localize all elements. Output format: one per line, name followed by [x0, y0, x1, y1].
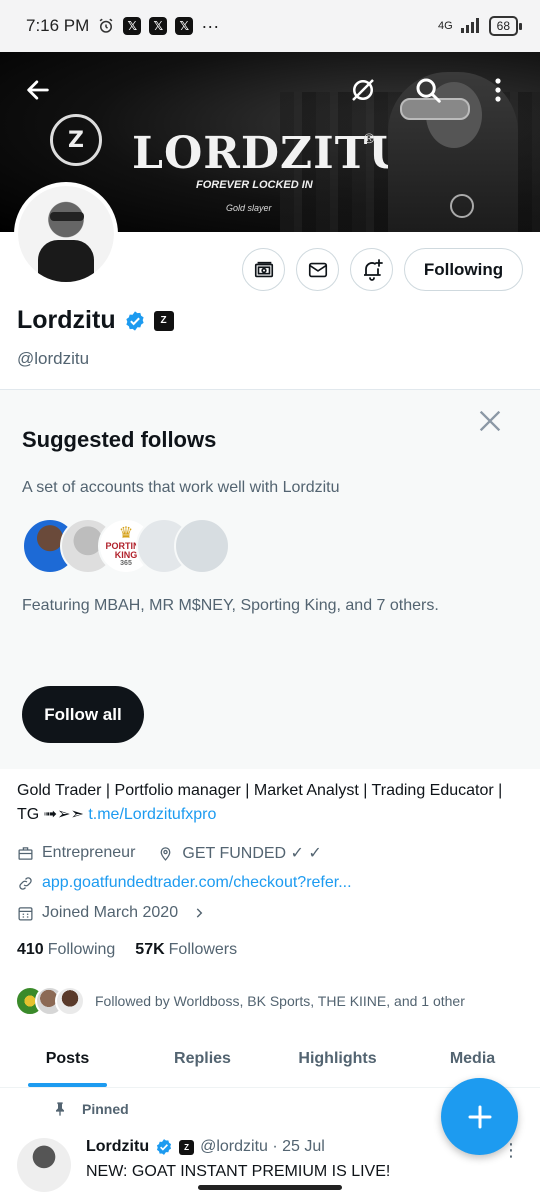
profile-avatar[interactable] — [14, 182, 118, 286]
calendar-icon — [18, 906, 33, 921]
pin-icon — [56, 1102, 64, 1116]
bio-link[interactable]: t.me/Lordzitufxpro — [88, 806, 216, 823]
affiliate-badge-icon: Z — [179, 1139, 195, 1155]
profile-tabs: Posts Replies Highlights Media — [0, 1030, 540, 1088]
profile-name-row: Lordzitu Z — [17, 306, 174, 335]
suggested-avatars[interactable]: ♛ PORTING KING 365 — [22, 518, 230, 574]
profile-meta-row: Entrepreneur GET FUNDED ✓ ✓ — [17, 843, 322, 863]
location: GET FUNDED ✓ ✓ — [182, 845, 322, 862]
money-icon — [254, 261, 273, 277]
network-type: 4G — [437, 20, 453, 32]
verified-badge-icon — [157, 1139, 172, 1155]
tweet-author-avatar[interactable] — [17, 1138, 71, 1192]
mail-icon — [308, 262, 327, 277]
briefcase-icon — [18, 846, 33, 860]
pinned-indicator: Pinned — [52, 1101, 129, 1117]
tweet-text: NEW: GOAT INSTANT PREMIUM IS LIVE! — [86, 1163, 391, 1180]
subscribe-button[interactable] — [242, 248, 285, 291]
affiliate-badge-icon[interactable]: Z — [153, 310, 174, 331]
following-stat[interactable]: 410 Following — [17, 941, 115, 959]
close-icon[interactable] — [476, 407, 504, 435]
alarm-icon — [97, 17, 115, 35]
grok-button[interactable] — [345, 72, 381, 108]
search-icon — [416, 78, 441, 103]
profile-bio: Gold Trader | Portfolio manager | Market… — [17, 779, 527, 827]
bell-plus-icon — [363, 258, 383, 281]
battery-icon: 68 — [488, 16, 523, 36]
display-name: Lordzitu — [17, 306, 116, 334]
tab-replies[interactable]: Replies — [135, 1030, 270, 1087]
verified-badge-icon[interactable] — [124, 310, 146, 332]
banner-subtitle: Gold slayer — [226, 203, 272, 213]
website-row: app.goatfundedtrader.com/checkout?refer.… — [17, 874, 352, 892]
status-bar: 7:16 PM 𝕏 𝕏 𝕏 ··· 4G 68 — [0, 0, 540, 52]
suggested-avatar[interactable] — [174, 518, 230, 574]
x-notification-icon: 𝕏 — [123, 17, 142, 35]
crown-icon: ♛ — [118, 524, 134, 542]
link-icon — [19, 876, 32, 890]
pinned-label: Pinned — [82, 1101, 129, 1117]
suggested-description: A set of accounts that work well with Lo… — [22, 479, 340, 496]
chevron-right-icon — [196, 908, 203, 918]
location-pin-icon — [161, 846, 171, 861]
more-vertical-icon — [495, 78, 501, 102]
tweet-author-name[interactable]: Lordzitu — [86, 1138, 149, 1156]
back-arrow-icon — [27, 80, 49, 100]
followed-by-avatars — [15, 986, 85, 1016]
search-button[interactable] — [410, 72, 446, 108]
tweet-handle-date: @lordzitu · 25 Jul — [200, 1138, 325, 1155]
joined-date: Joined March 2020 — [42, 904, 179, 921]
banner-logo-icon: Z — [50, 114, 102, 166]
tab-posts[interactable]: Posts — [0, 1030, 135, 1087]
website-link[interactable]: app.goatfundedtrader.com/checkout?refer.… — [42, 874, 352, 892]
x-notification-icon: 𝕏 — [175, 17, 194, 35]
suggested-title: Suggested follows — [22, 427, 217, 452]
compose-button[interactable] — [441, 1078, 518, 1155]
suggested-follows-card: Suggested follows A set of accounts that… — [0, 389, 540, 769]
grok-icon — [352, 79, 374, 101]
message-button[interactable] — [296, 248, 339, 291]
plus-icon — [468, 1105, 491, 1128]
following-button[interactable]: Following — [404, 248, 523, 291]
profession: Entrepreneur — [42, 844, 136, 861]
follow-stats: 410 Following 57K Followers — [17, 941, 237, 959]
suggested-featuring: Featuring MBAH, MR M$NEY, Sporting King,… — [22, 597, 439, 614]
profile-handle: @lordzitu — [17, 349, 90, 368]
notifications-button[interactable] — [350, 248, 393, 291]
followed-by-text: Followed by Worldboss, BK Sports, THE KI… — [95, 993, 465, 1009]
joined-row[interactable]: Joined March 2020 — [17, 904, 206, 922]
more-options-button[interactable] — [480, 72, 516, 108]
status-time: 7:16 PM — [26, 16, 90, 35]
signal-icon — [459, 17, 483, 36]
banner-tagline: FOREVER LOCKED IN — [196, 179, 313, 191]
followers-stat[interactable]: 57K Followers — [135, 941, 237, 959]
follow-all-button[interactable]: Follow all — [22, 686, 144, 743]
x-notification-icon: 𝕏 — [149, 17, 168, 35]
more-notifications-icon: ··· — [201, 15, 220, 36]
followed-by-row[interactable]: Followed by Worldboss, BK Sports, THE KI… — [15, 986, 465, 1016]
tab-highlights[interactable]: Highlights — [270, 1030, 405, 1087]
banner-registered-mark: ® — [364, 130, 375, 146]
home-indicator[interactable] — [198, 1185, 342, 1190]
tweet-header: Lordzitu Z @lordzitu · 25 Jul — [86, 1138, 325, 1156]
back-button[interactable] — [20, 72, 56, 108]
follower-avatar — [55, 986, 85, 1016]
